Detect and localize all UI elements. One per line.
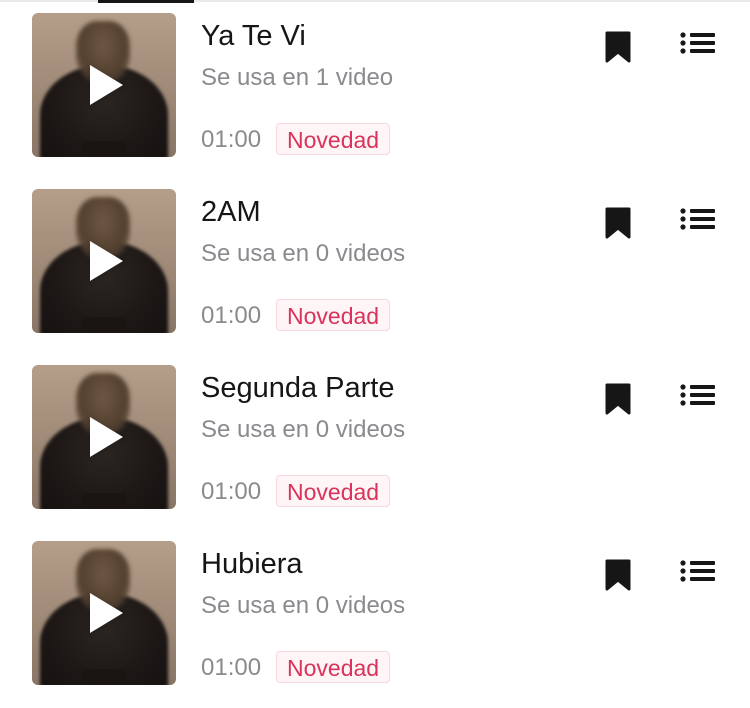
play-icon[interactable] xyxy=(90,241,123,281)
song-duration: 01:00 xyxy=(201,654,262,681)
cover-figure-waist xyxy=(82,493,126,509)
cover-figure-waist xyxy=(82,317,126,333)
cover-figure-waist xyxy=(82,669,126,685)
play-icon[interactable] xyxy=(90,65,123,105)
song-duration: 01:00 xyxy=(201,126,262,153)
list-menu-icon[interactable] xyxy=(680,560,716,588)
new-badge: Novedad xyxy=(276,475,391,507)
cover-figure-waist xyxy=(82,141,126,157)
song-duration: 01:00 xyxy=(201,478,262,505)
song-usage: Se usa en 1 video xyxy=(201,64,394,91)
bookmark-icon[interactable] xyxy=(604,558,632,592)
song-title: Ya Te Vi xyxy=(201,20,306,52)
song-row[interactable]: Hubiera Se usa en 0 videos 01:00 Novedad xyxy=(0,528,750,685)
song-cover[interactable] xyxy=(32,13,176,157)
song-row[interactable]: 2AM Se usa en 0 videos 01:00 Novedad xyxy=(0,176,750,333)
new-badge: Novedad xyxy=(276,299,391,331)
song-title: 2AM xyxy=(201,196,261,228)
list-menu-icon[interactable] xyxy=(680,384,716,412)
song-title: Segunda Parte xyxy=(201,372,395,404)
song-row[interactable]: Segunda Parte Se usa en 0 videos 01:00 N… xyxy=(0,352,750,509)
song-usage: Se usa en 0 videos xyxy=(201,240,406,267)
song-usage: Se usa en 0 videos xyxy=(201,416,406,443)
bookmark-icon[interactable] xyxy=(604,30,632,64)
song-cover[interactable] xyxy=(32,541,176,685)
list-menu-icon[interactable] xyxy=(680,208,716,236)
play-icon[interactable] xyxy=(90,417,123,457)
song-title: Hubiera xyxy=(201,548,303,580)
song-cover[interactable] xyxy=(32,189,176,333)
song-cover[interactable] xyxy=(32,365,176,509)
bookmark-icon[interactable] xyxy=(604,206,632,240)
song-usage: Se usa en 0 videos xyxy=(201,592,406,619)
play-icon[interactable] xyxy=(90,593,123,633)
song-duration: 01:00 xyxy=(201,302,262,329)
bookmark-icon[interactable] xyxy=(604,382,632,416)
new-badge: Novedad xyxy=(276,651,391,683)
new-badge: Novedad xyxy=(276,123,391,155)
list-menu-icon[interactable] xyxy=(680,32,716,60)
song-row[interactable]: Ya Te Vi Se usa en 1 video 01:00 Novedad xyxy=(0,0,750,157)
